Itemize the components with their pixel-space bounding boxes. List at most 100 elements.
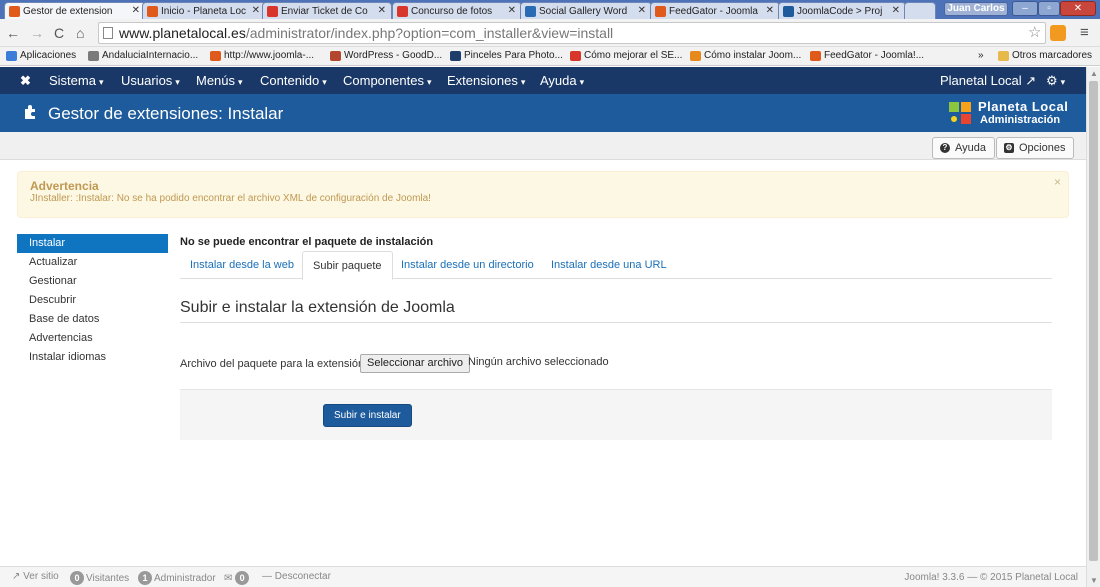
site-link[interactable]: Planetal Local ↗ — [940, 73, 1036, 89]
sidebar-item-actualizar[interactable]: Actualizar — [17, 253, 168, 272]
minus-icon: — — [262, 571, 272, 582]
page-icon — [103, 27, 113, 39]
close-window-icon[interactable]: ✕ — [1060, 1, 1096, 16]
bookmark-2[interactable]: http://www.joomla-... — [210, 50, 314, 61]
ticket-favicon-icon — [397, 6, 408, 17]
tab-instalar-desde-url[interactable]: Instalar desde una URL — [541, 251, 677, 279]
tab-instalar-desde-directorio[interactable]: Instalar desde un directorio — [391, 251, 544, 279]
sidebar-item-descubrir[interactable]: Descubrir — [17, 291, 168, 310]
gallery-favicon-icon — [525, 6, 536, 17]
sidebar-item-base-de-datos[interactable]: Base de datos — [17, 310, 168, 329]
external-link-icon: ↗ — [12, 571, 21, 582]
browser-tab-6[interactable]: JoomlaCode > Proj ✕ — [778, 2, 906, 19]
browser-tab-label: Enviar Ticket de Co — [281, 6, 368, 17]
tab-subir-paquete[interactable]: Subir paquete — [302, 251, 393, 280]
browser-tab-4[interactable]: Social Gallery Word ✕ — [520, 2, 652, 19]
nav-ayuda[interactable]: Ayuda ▾ — [540, 73, 584, 88]
bookmark-4[interactable]: Pinceles Para Photo... — [450, 50, 563, 61]
browser-tab-label: FeedGator - Joomla — [669, 6, 758, 17]
browser-user-badge[interactable]: Juan Carlos — [944, 2, 1008, 16]
site-favicon-icon — [330, 51, 341, 61]
bookmark-7[interactable]: FeedGator - Joomla!... — [810, 50, 924, 61]
bookmark-apps[interactable]: Aplicaciones — [6, 50, 76, 61]
status-bar: ↗ Ver sitio 0 Visitantes 1 Administrador ✉… — [0, 566, 1086, 587]
close-tab-icon[interactable]: ✕ — [766, 5, 774, 16]
close-tab-icon[interactable]: ✕ — [892, 5, 900, 16]
nav-sistema[interactable]: Sistema ▾ — [49, 73, 104, 88]
install-notice: No se puede encontrar el paquete de inst… — [180, 236, 434, 248]
bookmark-1[interactable]: AndaluciaInternacio... — [88, 50, 198, 61]
close-tab-icon[interactable]: ✕ — [638, 5, 646, 16]
close-tab-icon[interactable]: ✕ — [132, 5, 140, 16]
browser-toolbar: ← → C ⌂ www.planetalocal.es/administrato… — [0, 19, 1100, 47]
browser-tab-2[interactable]: Enviar Ticket de Co ✕ — [262, 2, 392, 19]
nav-label: Extensiones — [447, 73, 518, 88]
admin-navbar: ✖ Sistema ▾ Usuarios ▾ Menús ▾ Contenido ▾ C… — [0, 67, 1100, 94]
back-arrow-icon[interactable]: ← — [6, 25, 20, 41]
other-bookmarks[interactable]: Otros marcadores — [998, 50, 1092, 61]
site-favicon-icon — [450, 51, 461, 61]
caret-down-icon: ▾ — [1060, 77, 1066, 87]
view-site-link[interactable]: ↗ Ver sitio — [12, 571, 59, 582]
scrollbar-thumb[interactable] — [1089, 81, 1098, 561]
sidebar-item-instalar[interactable]: Instalar — [17, 234, 168, 253]
site-name: Planetal Local — [940, 73, 1022, 88]
options-button[interactable]: ⚙ Opciones — [996, 137, 1075, 159]
nav-extensiones[interactable]: Extensiones ▾ — [447, 73, 525, 88]
logout-label: Desconectar — [274, 571, 331, 582]
browser-tab-0[interactable]: Gestor de extension ✕ — [4, 2, 146, 19]
logout-link[interactable]: — Desconectar — [262, 571, 331, 582]
choose-file-button[interactable]: Seleccionar archivo — [360, 354, 470, 373]
sidebar-item-advertencias[interactable]: Advertencias — [17, 329, 168, 348]
admins-badge: 1 — [138, 571, 152, 585]
close-tab-icon[interactable]: ✕ — [252, 5, 260, 16]
sidebar-item-instalar-idiomas[interactable]: Instalar idiomas — [17, 348, 168, 367]
scroll-up-icon[interactable]: ▲ — [1090, 69, 1098, 78]
maximize-window-icon[interactable]: ▫ — [1038, 1, 1060, 16]
close-tab-icon[interactable]: ✕ — [378, 5, 386, 16]
tab-instalar-desde-la-web[interactable]: Instalar desde la web — [180, 251, 304, 279]
bookmarks-more[interactable]: » — [978, 50, 984, 61]
nav-label: Ayuda — [540, 73, 577, 88]
nav-contenido[interactable]: Contenido ▾ — [260, 73, 327, 88]
forward-arrow-icon[interactable]: → — [30, 25, 44, 41]
bookmark-6[interactable]: Cómo instalar Joom... — [690, 50, 801, 61]
browser-tab-1[interactable]: Inicio - Planeta Loc ✕ — [142, 2, 266, 19]
scroll-down-icon[interactable]: ▼ — [1090, 576, 1098, 585]
bookmark-3[interactable]: WordPress - GoodD... — [330, 50, 442, 61]
nav-componentes[interactable]: Componentes ▾ — [343, 73, 431, 88]
joomla-logo-icon[interactable]: ✖ — [20, 73, 31, 89]
browser-tab-3[interactable]: Concurso de fotos ✕ — [392, 2, 522, 19]
rss-extension-icon[interactable] — [1050, 25, 1066, 41]
nav-menus[interactable]: Menús ▾ — [196, 73, 243, 88]
upload-install-button[interactable]: Subir e instalar — [323, 404, 412, 427]
browser-menu-icon[interactable]: ≡ — [1080, 24, 1089, 41]
minimize-window-icon[interactable]: ‒ — [1012, 1, 1038, 16]
page-scrollbar[interactable]: ▲ ▼ — [1086, 67, 1100, 587]
logo-line1: Planeta Local — [978, 99, 1069, 114]
close-icon[interactable]: × — [1054, 175, 1061, 189]
install-tabs: Instalar desde la web Subir paquete Inst… — [180, 251, 1052, 280]
home-icon[interactable]: ⌂ — [76, 25, 84, 41]
site-favicon-icon — [88, 51, 99, 61]
close-tab-icon[interactable]: ✕ — [508, 5, 516, 16]
caret-down-icon: ▾ — [175, 77, 180, 87]
nav-label: Menús — [196, 73, 236, 88]
warning-alert: Advertencia JInstaller: :Instalar: No se… — [17, 171, 1069, 218]
nav-usuarios[interactable]: Usuarios ▾ — [121, 73, 180, 88]
apps-grid-icon — [6, 51, 17, 61]
version-text: Joomla! 3.3.6 — © 2015 Planetal Local — [904, 572, 1078, 583]
help-button[interactable]: ? Ayuda — [932, 137, 995, 159]
settings-menu[interactable]: ⚙ ▾ — [1046, 73, 1065, 89]
sidebar-item-gestionar[interactable]: Gestionar — [17, 272, 168, 291]
nav-label: Contenido — [260, 73, 320, 88]
joomla-favicon-icon — [655, 6, 666, 17]
browser-tab-5[interactable]: FeedGator - Joomla ✕ — [650, 2, 780, 19]
address-bar[interactable]: www.planetalocal.es/administrator/index.… — [98, 22, 1046, 44]
bookmark-star-icon[interactable]: ☆ — [1028, 23, 1041, 41]
reload-icon[interactable]: C — [54, 25, 64, 41]
messages-count[interactable]: ✉ 0 — [224, 571, 251, 585]
bookmark-5[interactable]: Cómo mejorar el SE... — [570, 50, 682, 61]
file-field-label: Archivo del paquete para la extensión — [180, 358, 365, 370]
new-tab-button[interactable] — [904, 2, 936, 19]
